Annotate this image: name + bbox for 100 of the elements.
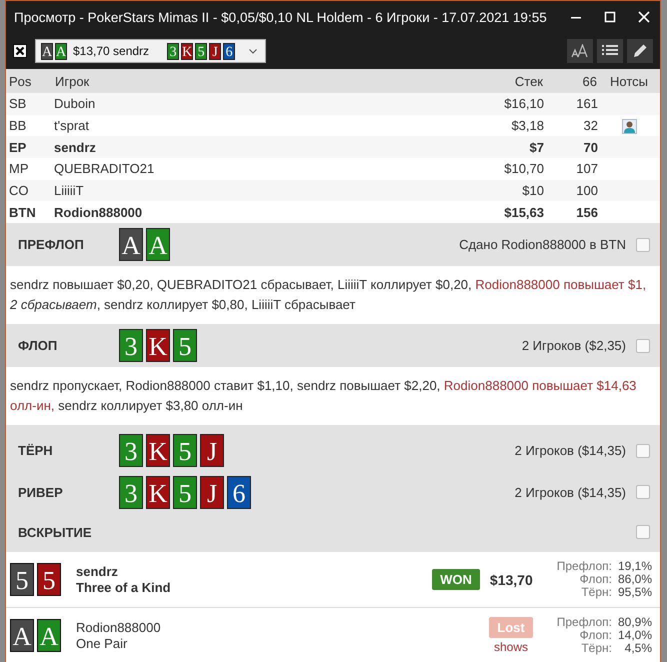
table-cell: 100 [544,180,598,202]
card: K [146,329,170,362]
table-cell: BB [6,114,54,136]
card: K [146,434,170,468]
table-cell: $3,18 [462,114,544,136]
player-name: sendrz [76,564,119,580]
checkbox[interactable] [636,238,650,252]
street-summary: 2 Игроков ($14,35) [514,443,626,458]
card: 5 [37,563,61,596]
shows-label: shows [494,640,528,654]
equity-value: 14,0% [618,629,652,642]
card: K [181,42,194,60]
action-log: sendrz повышает $0,20, QUEBRADITO21 сбрасывает, LiiiiiT коллирует $0,20, Rodion888000 повышает $1, 2 сбрасывает, sendrz коллирует $0,80, LiiiiiT сбрасывает [9,276,648,314]
table-cell: t'sprat [54,114,462,136]
card: A [41,42,53,60]
table-cell-text: 156 [575,204,598,222]
table-cell: EP [6,136,54,158]
equity-label: Тёрн: [580,642,612,656]
hand-dropdown[interactable]: A A $13,70 sendrz 3 K 5 J 6 [35,39,266,63]
card: 5 [173,434,197,468]
card: J [200,434,224,468]
table-cell: LiiiiiT [54,180,462,202]
card: 6 [227,476,251,509]
table-cell: CO [6,180,54,202]
street-summary: Сдано Rodion888000 в BTN [459,237,626,252]
player-name: Rodion888000 [76,620,162,636]
equity-value: 86,0% [618,573,652,586]
checkbox[interactable] [636,338,650,353]
street-name: ПРЕФЛОП [18,237,85,252]
equity-value: 4,5% [624,642,652,656]
table-cell-text: BTN [8,204,37,222]
checkbox[interactable] [636,485,650,500]
table-cell: $7 [462,136,544,158]
card: A [10,619,34,652]
won-badge: WON [432,569,480,590]
card: A [55,42,67,60]
hand-rank: One Pair [76,636,128,652]
checkbox[interactable] [636,444,650,458]
equity-value: 95,5% [618,586,652,600]
street-summary: 2 Игроков ($2,35) [522,338,626,354]
table-cell: 107 [544,158,598,180]
table-cell: sendrz [54,136,462,158]
list-icon [602,44,618,58]
maximize-icon[interactable] [604,11,616,23]
edit-button[interactable] [627,39,653,63]
card: J [209,42,222,60]
table-cell: QUEBRADITO21 [54,158,462,180]
card: 6 [223,42,236,60]
lost-badge: Lost [489,617,533,638]
equity-value: 19,1% [618,560,652,574]
column-header: Игрок [54,69,462,93]
card: 5 [195,42,208,60]
street-name: РИВЕР [18,484,64,500]
equity-label: Префлоп: [556,560,612,574]
table-cell: $16,10 [462,93,544,115]
font-size-icon [571,44,589,58]
table-cell: 70 [544,136,598,158]
street-name: ТЁРН [18,443,54,458]
card: K [146,476,170,509]
person-icon[interactable] [622,118,636,134]
column-header: Стек [462,69,544,93]
equity-value: 80,9% [618,616,652,630]
table-cell-text: $15,63 [503,204,544,222]
card: J [200,476,224,509]
pencil-icon [632,43,648,59]
equity-label: Флоп: [580,629,612,642]
equity-label: Префлоп: [556,616,612,630]
card: 5 [10,563,34,596]
table-cell: 32 [544,114,598,136]
table-cell: Duboin [54,93,462,115]
card: 3 [167,42,180,60]
table-cell-text: Rodion888000 [54,204,144,222]
table-cell: MP [6,158,54,180]
list-button[interactable] [597,39,623,63]
card: 5 [173,476,197,509]
font-size-button[interactable] [567,39,593,63]
action-log: sendrz пропускает, Rodion888000 ставит $1,10, sendrz повышает $2,20, Rodion888000 повышает $14,63 олл-ин, sendrz коллирует $3,80 олл-ин [9,377,638,416]
equity-label: Флоп: [580,573,612,586]
table-cell: 161 [544,93,598,115]
street-summary: 2 Игроков ($14,35) [514,484,626,500]
column-header: 66 [544,69,598,93]
hand-rank: Three of a Kind [76,580,172,596]
window-title: Просмотр - PokerStars Mimas II - $0,05/$0,10 NL Holdem - 6 Игроки - 17.07.2021 19:55 [14,10,548,24]
table-cell: SB [6,93,54,115]
hand-label: $13,70 sendrz [73,44,150,58]
column-header: Pos [6,69,54,93]
win-amount: $13,70 [490,572,533,588]
checkbox[interactable] [636,525,650,540]
column-header: Нотсы [598,69,660,93]
close-icon[interactable] [13,44,27,58]
table-cell: $10,70 [462,158,544,180]
card: 3 [119,329,143,362]
table-cell: $10 [462,180,544,202]
card: A [146,228,170,262]
card: 3 [119,476,143,509]
card: 5 [173,329,197,362]
equity-label: Тёрн: [580,586,612,600]
card: 3 [119,434,143,468]
caret-icon [249,48,258,54]
street-name: ВСКРЫТИЕ [18,524,93,540]
